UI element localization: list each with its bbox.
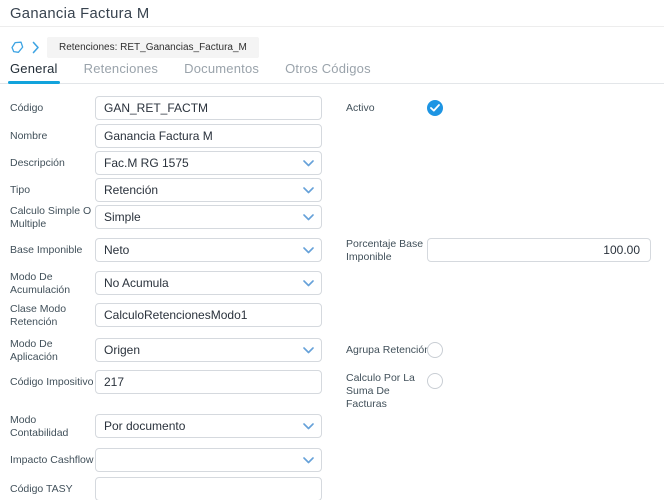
calculo-suma-label: Calculo Por La Suma De Facturas — [346, 370, 427, 411]
base-imponible-select — [95, 238, 322, 262]
form-row-impacto-cashflow: Impacto Cashflow — [10, 448, 322, 472]
calculo-suma-checkbox[interactable] — [427, 373, 443, 389]
nombre-input[interactable] — [95, 124, 322, 148]
impacto-cashflow-input[interactable] — [95, 448, 322, 472]
codigo-impositivo-input[interactable] — [95, 370, 322, 394]
clase-modo-input[interactable] — [95, 303, 322, 327]
tag-icon[interactable] — [10, 40, 25, 55]
porcentaje-base-field — [427, 238, 651, 262]
codigo-field — [95, 96, 322, 120]
codigo-tasy-field — [95, 477, 322, 500]
modo-aplicacion-select — [95, 338, 322, 362]
form-row-descripcion: Descripción — [10, 151, 322, 175]
calculo-simple-input[interactable] — [95, 205, 322, 229]
modo-aplicacion-label: Modo De Aplicación — [10, 338, 94, 363]
tipo-select — [95, 178, 322, 202]
tab-otros-codigos[interactable]: Otros Códigos — [285, 59, 371, 83]
codigo-label: Código — [10, 96, 94, 120]
title-bar: Ganancia Factura M — [0, 0, 664, 27]
porcentaje-base-label: Porcentaje Base Imponible — [346, 238, 427, 264]
check-icon — [430, 104, 440, 112]
descripcion-select — [95, 151, 322, 175]
base-imponible-label: Base Imponible — [10, 238, 94, 262]
form-row-codigo-tasy: Código TASY — [10, 477, 322, 500]
tab-retenciones[interactable]: Retenciones — [84, 59, 158, 83]
calculo-simple-label: Calculo Simple O Multiple — [10, 205, 94, 230]
retenciones-detail-page: Ganancia Factura M Retenciones: RET_Gana… — [0, 0, 664, 500]
descripcion-label: Descripción — [10, 151, 94, 175]
modo-acumulacion-select — [95, 271, 322, 295]
modo-acumulacion-label: Modo De Acumulación — [10, 271, 94, 296]
agrupa-retencion-checkbox[interactable] — [427, 342, 443, 358]
form-row-tipo: Tipo — [10, 178, 322, 202]
chevron-right-icon — [32, 41, 40, 54]
form-row-modo-contabilidad: Modo Contabilidad — [10, 414, 322, 439]
tab-documentos[interactable]: Documentos — [184, 59, 259, 83]
clase-modo-label: Clase Modo Retención — [10, 303, 94, 328]
form-row-modo-aplicacion: Modo De Aplicación Agrupa Retención — [10, 338, 443, 363]
nombre-label: Nombre — [10, 124, 94, 148]
nombre-field — [95, 124, 322, 148]
codigo-impositivo-label: Código Impositivo — [10, 370, 94, 394]
clase-modo-field — [95, 303, 322, 327]
form-row-codigo: Código Activo — [10, 96, 443, 120]
codigo-impositivo-field — [95, 370, 322, 394]
codigo-tasy-label: Código TASY — [10, 477, 94, 500]
impacto-cashflow-label: Impacto Cashflow — [10, 448, 94, 472]
activo-checkbox[interactable] — [427, 100, 443, 116]
codigo-input[interactable] — [95, 96, 322, 120]
modo-contabilidad-select — [95, 414, 322, 438]
breadcrumb: Retenciones: RET_Ganancias_Factura_M — [10, 37, 259, 57]
activo-label: Activo — [346, 96, 427, 120]
modo-aplicacion-input[interactable] — [95, 338, 322, 362]
calculo-simple-select — [95, 205, 322, 229]
form-row-base-imponible: Base Imponible Porcentaje Base Imponible — [10, 238, 651, 264]
form-row-codigo-impositivo: Código Impositivo Calculo Por La Suma De… — [10, 370, 443, 411]
modo-contabilidad-input[interactable] — [95, 414, 322, 438]
porcentaje-base-input[interactable] — [427, 238, 651, 262]
tipo-label: Tipo — [10, 178, 94, 202]
page-title: Ganancia Factura M — [10, 6, 149, 22]
tab-bar: General Retenciones Documentos Otros Cód… — [0, 59, 664, 84]
codigo-tasy-input[interactable] — [95, 477, 322, 500]
modo-contabilidad-label: Modo Contabilidad — [10, 414, 94, 439]
tipo-input[interactable] — [95, 178, 322, 202]
form-row-calculo-simple: Calculo Simple O Multiple — [10, 205, 322, 230]
form-row-nombre: Nombre — [10, 124, 322, 148]
tab-general[interactable]: General — [10, 59, 58, 83]
breadcrumb-chip[interactable]: Retenciones: RET_Ganancias_Factura_M — [47, 37, 259, 58]
form-row-clase-modo: Clase Modo Retención — [10, 303, 322, 328]
descripcion-input[interactable] — [95, 151, 322, 175]
modo-acumulacion-input[interactable] — [95, 271, 322, 295]
agrupa-retencion-label: Agrupa Retención — [346, 338, 427, 362]
impacto-cashflow-select — [95, 448, 322, 472]
form-row-modo-acumulacion: Modo De Acumulación — [10, 271, 322, 296]
base-imponible-input[interactable] — [95, 238, 322, 262]
